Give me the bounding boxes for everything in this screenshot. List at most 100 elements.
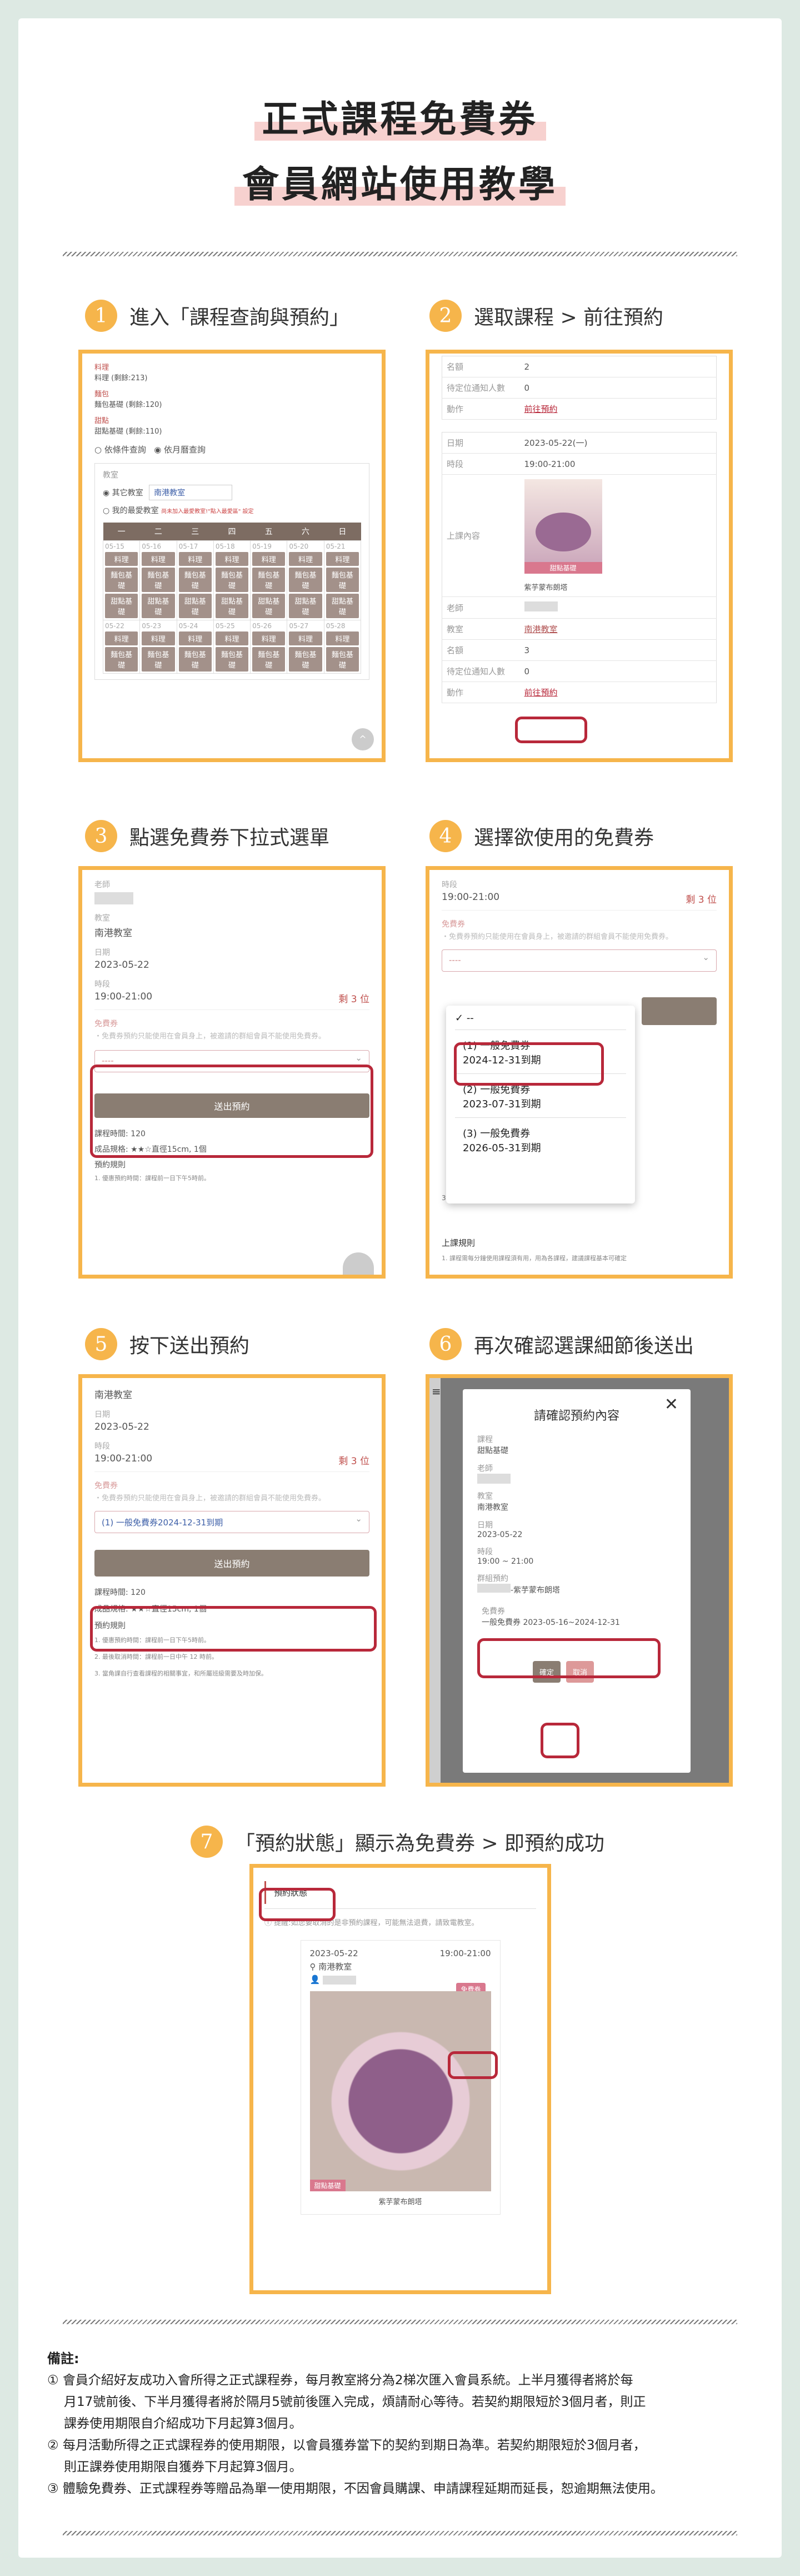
course-tag[interactable]: 甜點基礎 [215, 594, 249, 618]
course-tag[interactable]: 甜點基礎 [252, 594, 286, 618]
favorite-link[interactable]: "點入最愛區" 設定 [208, 509, 253, 515]
course-tag[interactable]: 料理 [326, 552, 359, 566]
calendar-day: 05-26 料理 麵包基礎 [250, 620, 288, 674]
course-info-table: 日期 2023-05-22(一) 時段 19:00-21:00 上課內容 甜點基礎 … [442, 432, 717, 703]
radio-other-classroom[interactable]: ◉ 其它教室 南港教室 [103, 485, 361, 500]
category-value[interactable]: 甜點基礎 (剩餘:110) [94, 425, 369, 436]
course-photo: 甜點基礎 [524, 479, 602, 574]
course-tag[interactable]: 料理 [326, 631, 359, 645]
course-tag[interactable]: 料理 [215, 631, 249, 645]
radio-calendar[interactable]: ◉ 依月曆查詢 [154, 445, 206, 455]
course-tag[interactable]: 麵包基礎 [105, 568, 138, 592]
course-tag[interactable]: 料理 [142, 552, 175, 566]
search-mode-radios: ○ 依條件查詢 ◉ 依月曆查詢 [94, 444, 369, 455]
calendar-day: 05-20 料理 麵包基礎 甜點基礎 [287, 540, 324, 620]
menu-icon[interactable]: ≡ [432, 1385, 441, 1398]
course-tag[interactable]: 甜點基礎 [326, 594, 359, 618]
category-value[interactable]: 麵包基礎 (剩餘:120) [94, 399, 369, 409]
booking-place: ⚲ 南港教室 [309, 1962, 352, 1972]
course-tag[interactable]: 麵包基礎 [289, 568, 322, 592]
category-value[interactable]: 料理 (剩餘:213) [94, 372, 369, 382]
calendar-day: 05-25 料理 麵包基礎 [213, 620, 251, 674]
course-tag[interactable]: 麵包基礎 [178, 647, 212, 672]
course-tag[interactable]: 料理 [215, 552, 249, 566]
step-7-screenshot: 預約狀態 ⓘ 提醒:如您要取消的是非預約課程，可能無法退費，請致電教室。 202… [249, 1864, 551, 2294]
course-tag[interactable]: 麵包基礎 [252, 647, 286, 672]
step-5-screenshot: 南港教室 日期 2023-05-22 時段 19:00-21:00 剩 3 位 免… [78, 1374, 386, 1787]
course-tag[interactable]: 料理 [105, 552, 138, 566]
classroom-select[interactable]: 南港教室 [149, 485, 233, 500]
tutorial-page: 正式課程免費券 會員網站使用教學 1 進入「課程查詢與預約」 料理 料理 (剩餘… [18, 18, 782, 2558]
booking-time: 19:00-21:00 [439, 1948, 491, 1958]
radio-condition[interactable]: ○ 依條件查詢 [94, 445, 146, 455]
course-tag[interactable]: 麵包基礎 [289, 647, 322, 672]
rule-text: 2. 最後取消時間：課程前一日中午 12 時前。 [94, 1653, 218, 1660]
step-number: 3 [85, 820, 117, 852]
course-tag[interactable]: 麵包基礎 [215, 568, 249, 592]
coupon-hint: ・免費券預約只能使用在會員身上，被邀請的群組會員不能使用免費券。 [442, 933, 673, 941]
course-tag[interactable]: 麵包基礎 [326, 647, 359, 672]
note-3: ③ 體驗免費券、正式課程券等贈品為單一使用期限，不因會員購課、申請課程延期而延長… [47, 2481, 663, 2496]
coupon-select[interactable]: ---- [442, 949, 717, 972]
step-number: 1 [85, 300, 117, 332]
course-tag[interactable]: 料理 [289, 552, 322, 566]
category-badge: 甜點基礎 [309, 2180, 346, 2191]
course-tag[interactable]: 甜點基礎 [289, 594, 322, 618]
course-tag[interactable]: 麵包基礎 [142, 568, 175, 592]
weekday-header: 日 [324, 523, 361, 541]
field-label: 教室 [94, 914, 110, 923]
dropdown-option-3[interactable]: (3) 一般免費券 2026-05-31到期 [455, 1117, 626, 1161]
course-tag[interactable]: 料理 [105, 631, 138, 645]
remaining-seats: 剩 3 位 [338, 1456, 369, 1467]
book-link[interactable]: 前往預約 [524, 404, 558, 414]
rule-text: 3. 當角課自行查看課程的相關事宜，和所屬班級需要及時加保。 [94, 1670, 267, 1677]
course-tag[interactable]: 料理 [252, 631, 286, 645]
remaining-seats: 剩 3 位 [338, 994, 369, 1005]
rule-text: 1. 課程需每分鐘使用課程須有用，用為各課程，建議課程基本可確定 [442, 1255, 627, 1262]
close-icon[interactable]: ✕ [664, 1395, 678, 1414]
course-tag[interactable]: 甜點基礎 [142, 594, 175, 618]
time-value: 19:00-21:00 [94, 1453, 153, 1464]
course-tag[interactable]: 麵包基礎 [142, 647, 175, 672]
step-3-heading: 3 點選免費券下拉式選單 [85, 817, 329, 856]
step-2-screenshot: 名額 2 待定位通知人數 0 動作 前往預約 日期 2023-05-22(一) 時段 19… [426, 350, 733, 762]
classroom-value: 南港教室 [94, 928, 132, 939]
notes-list: ① 會員介紹好友成功入會所得之正式課程券，每月教室將分為2梯次匯入會員系統。上半… [47, 2370, 758, 2500]
category-label: 麵包 [94, 390, 109, 399]
course-tag[interactable]: 麵包基礎 [252, 568, 286, 592]
course-tag[interactable]: 甜點基礎 [105, 594, 138, 618]
note-1: ① 會員介紹好友成功入會所得之正式課程券，每月教室將分為2梯次匯入會員系統。上半… [47, 2373, 633, 2388]
dropdown-option-empty[interactable]: ✓ -- [455, 1012, 626, 1024]
booked-course: -紫芋蒙布朗塔 [511, 1586, 561, 1595]
rules-title: 預約規則 [94, 1161, 126, 1170]
radio-favorite-classroom[interactable]: ○ 我的最愛教室 尚未加入最愛教室!"點入最愛區" 設定 [103, 505, 361, 516]
submit-button-partial[interactable] [642, 997, 717, 1025]
note-2: 則正課券使用期限自獲券下月起算3個月。 [64, 2460, 302, 2474]
course-tag[interactable]: 麵包基礎 [105, 647, 138, 672]
calendar-day: 05-16 料理 麵包基礎 甜點基礎 [139, 540, 177, 620]
book-link[interactable]: 前往預約 [524, 688, 558, 698]
course-tag[interactable]: 料理 [289, 631, 322, 645]
course-tag[interactable]: 甜點基礎 [178, 594, 212, 618]
scroll-top-button[interactable]: ^ [352, 728, 374, 750]
page-title-line2: 會員網站使用教學 [18, 155, 782, 208]
step-1-heading: 1 進入「課程查詢與預約」 [85, 296, 349, 335]
course-tag[interactable]: 料理 [178, 631, 212, 645]
step-4-screenshot: 時段 19:00-21:00 剩 3 位 免費券 ・免費券預約只能使用在會員身上，… [426, 866, 733, 1279]
classroom-value: 南港教室 [94, 1390, 132, 1401]
course-tag[interactable]: 料理 [142, 631, 175, 645]
course-tag[interactable]: 麵包基礎 [326, 568, 359, 592]
step-text: 進入「課程查詢與預約」 [129, 306, 350, 329]
course-tag[interactable]: 麵包基礎 [178, 568, 212, 592]
submit-button[interactable]: 送出預約 [94, 1550, 369, 1577]
date-value: 2023-05-22 [94, 959, 149, 971]
calendar-day: 05-17 料理 麵包基礎 甜點基礎 [176, 540, 214, 620]
course-tag[interactable]: 料理 [252, 552, 286, 566]
step-2-heading: 2 選取課程 > 前往預約 [429, 296, 663, 335]
classroom-panel: 教室 ◉ 其它教室 南港教室 ○ 我的最愛教室 尚未加入最愛教室!"點入最愛區"… [94, 463, 369, 680]
weekday-header: 三 [177, 523, 214, 541]
step-number: 2 [429, 300, 462, 332]
course-tag[interactable]: 麵包基礎 [215, 647, 249, 672]
course-tag[interactable]: 料理 [178, 552, 212, 566]
coupon-select[interactable]: (1) 一般免費券2024-12-31到期 [94, 1511, 369, 1533]
